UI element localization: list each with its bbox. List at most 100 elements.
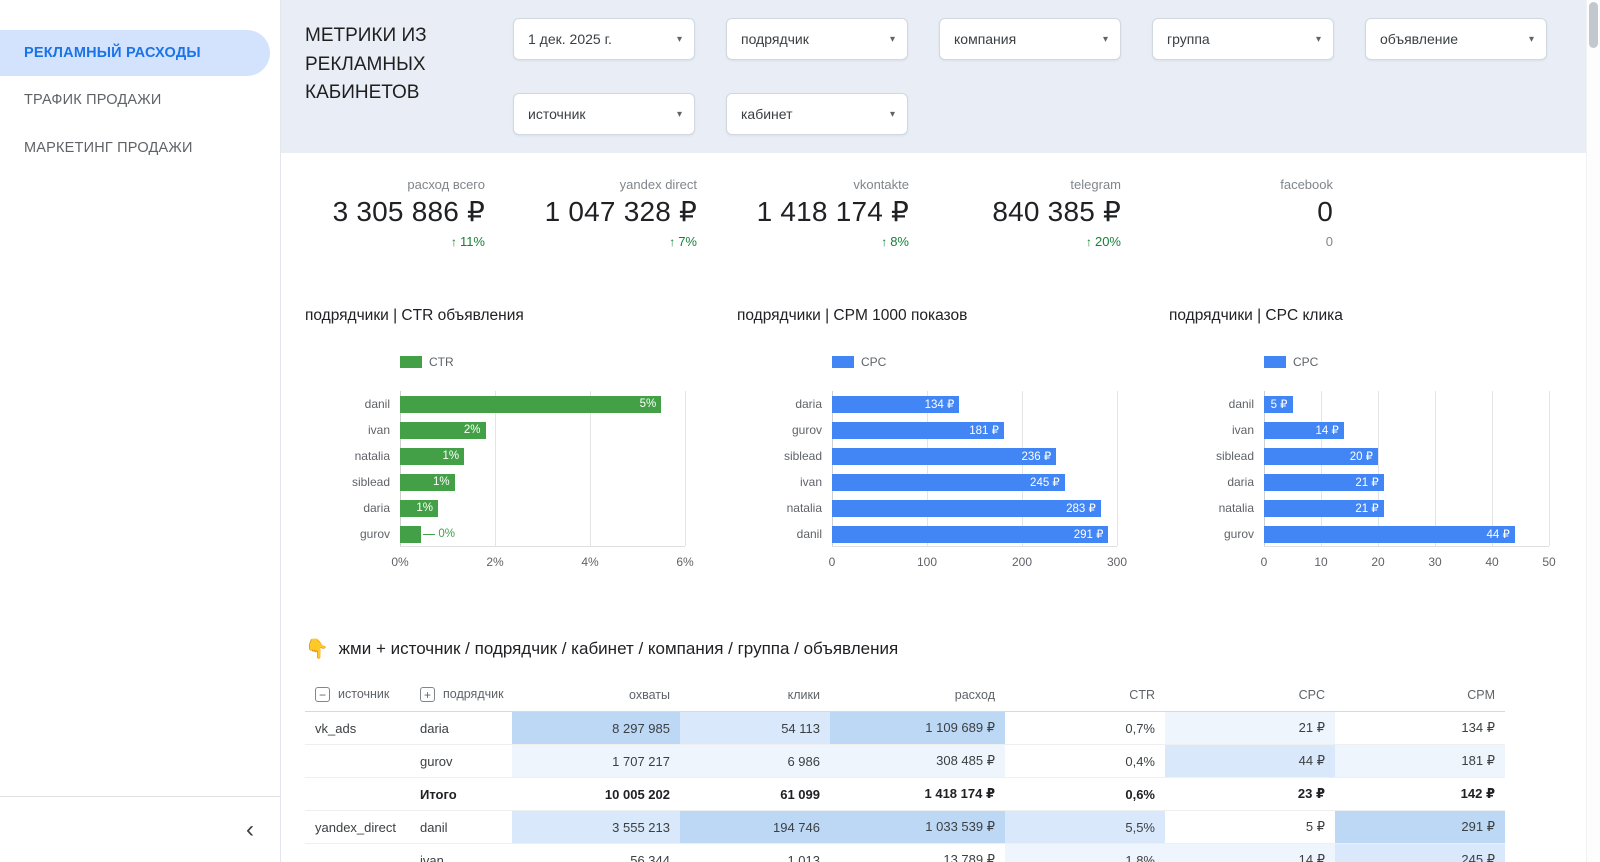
filter-ad[interactable]: объявление▾ [1365, 18, 1547, 60]
metric-cell: 44 ₽ [1165, 745, 1335, 778]
x-axis: 0100200300 [832, 555, 1117, 573]
bar-track: 245 ₽ [832, 469, 1117, 495]
collapse-group-icon[interactable]: − [315, 687, 330, 702]
scorecard-telegram: telegram840 385 ₽↑20% [941, 177, 1121, 249]
column-header-label: CPM [1467, 688, 1495, 702]
filter-source[interactable]: источник▾ [513, 93, 695, 135]
metric-cell: 1 033 539 ₽ [830, 811, 1005, 844]
bar-natalia: 21 ₽ [1264, 500, 1384, 517]
sidebar-item-traffic-sales[interactable]: ТРАФИК ПРОДАЖИ [0, 76, 280, 124]
bar-value-label: 5% [640, 398, 662, 410]
column-header-spend[interactable]: расход [830, 679, 1005, 712]
table-row: gurov1 707 2176 986308 485 ₽0,4%44 ₽181 … [305, 745, 1505, 778]
expand-group-icon[interactable]: + [420, 687, 435, 702]
chart-plot: danil5%ivan2%natalia1%siblead1%daria1%gu… [305, 391, 695, 547]
source-cell [305, 745, 410, 778]
source-cell: yandex_direct [305, 811, 410, 844]
chart-plot: daria134 ₽gurov181 ₽siblead236 ₽ivan245 … [737, 391, 1127, 547]
x-tick-label: 6% [676, 555, 693, 569]
collapse-sidebar-button[interactable]: ‹ [246, 818, 254, 842]
sidebar-item-marketing-sales[interactable]: МАРКЕТИНГ ПРОДАЖИ [0, 124, 280, 172]
scorecard-label: расход всего [305, 177, 485, 192]
chart-row: ivan245 ₽ [737, 469, 1127, 495]
bar-gurov: 181 ₽ [832, 422, 1004, 439]
category-label: gurov [737, 423, 832, 437]
filter-date-range-label: 1 дек. 2025 г. [528, 31, 612, 47]
scorecard-delta-value: 8% [890, 234, 909, 249]
legend-label: CTR [429, 355, 454, 369]
chart-row: daria21 ₽ [1169, 469, 1559, 495]
bar-track: 1% [400, 469, 685, 495]
filter-group[interactable]: группа▾ [1152, 18, 1334, 60]
column-header-reach[interactable]: охваты [512, 679, 680, 712]
filter-company[interactable]: компания▾ [939, 18, 1121, 60]
filter-cabinet[interactable]: кабинет▾ [726, 93, 908, 135]
scorecard-delta: ↑8% [729, 234, 909, 249]
metric-cell: 14 ₽ [1165, 844, 1335, 862]
bar-value-label: 1% [433, 476, 455, 488]
bar-ivan: 14 ₽ [1264, 422, 1344, 439]
x-tick-label: 30 [1428, 555, 1441, 569]
category-label: danil [1169, 397, 1264, 411]
scorecard-label: yandex direct [517, 177, 697, 192]
metric-cell: 194 746 [680, 811, 830, 844]
filter-contractor-label: подрядчик [741, 31, 809, 47]
bar-track: 21 ₽ [1264, 495, 1549, 521]
column-header-ctr[interactable]: CTR [1005, 679, 1165, 712]
bar-value-label: 21 ₽ [1355, 501, 1383, 515]
main-content: МЕТРИКИ ИЗ РЕКЛАМНЫХ КАБИНЕТОВ 1 дек. 20… [281, 0, 1586, 862]
category-label: daria [1169, 475, 1264, 489]
bar-daria: 21 ₽ [1264, 474, 1384, 491]
column-header-clicks[interactable]: клики [680, 679, 830, 712]
bar-value-label: 1% [416, 502, 438, 514]
chart-bars: daria134 ₽gurov181 ₽siblead236 ₽ivan245 … [737, 391, 1127, 547]
scorecard-delta-value: 0 [1326, 234, 1333, 249]
scorecard-delta: ↑20% [941, 234, 1121, 249]
scorecard-value: 0 [1153, 195, 1333, 229]
table-row: yandex_directdanil3 555 213194 7461 033 … [305, 811, 1505, 844]
column-header-label: охваты [629, 688, 670, 702]
chart-row: ivan14 ₽ [1169, 417, 1559, 443]
bar-value-label: 5 ₽ [1271, 397, 1293, 411]
metric-cell: 54 113 [680, 712, 830, 745]
metric-cell: 0,6% [1005, 778, 1165, 811]
sidebar-footer: ‹ [0, 796, 280, 862]
table-row: vk_adsdaria8 297 98554 1131 109 689 ₽0,7… [305, 712, 1505, 745]
scrollbar-thumb[interactable] [1589, 2, 1598, 48]
chart-title: подрядчики | CTR объявления [305, 307, 695, 325]
scorecard-vkontakte: vkontakte1 418 174 ₽↑8% [729, 177, 909, 249]
metric-cell: 5 ₽ [1165, 811, 1335, 844]
column-header-cpm[interactable]: CPM [1335, 679, 1505, 712]
filter-date-range[interactable]: 1 дек. 2025 г. ▾ [513, 18, 695, 60]
sidebar-item-ad-costs[interactable]: РЕКЛАМНЫЙ РАСХОДЫ [0, 30, 270, 76]
category-label: daria [305, 501, 400, 515]
table-row: ivan56 3441 01313 789 ₽1,8%14 ₽245 ₽ [305, 844, 1505, 862]
filter-contractor[interactable]: подрядчик▾ [726, 18, 908, 60]
chevron-down-icon: ▾ [890, 109, 895, 120]
chart-row: natalia1% [305, 443, 695, 469]
metric-cell: 0,7% [1005, 712, 1165, 745]
chart-row: gurov181 ₽ [737, 417, 1127, 443]
column-header-contractor[interactable]: +подрядчик [410, 679, 512, 712]
chart-title: подрядчики | CPC клика [1169, 307, 1559, 325]
metric-cell: 245 ₽ [1335, 844, 1505, 862]
chevron-down-icon: ▾ [677, 34, 682, 45]
scrollbar-track[interactable] [1586, 0, 1600, 862]
column-header-source[interactable]: −источник [305, 679, 410, 712]
legend-label: CPC [861, 355, 886, 369]
page-title: МЕТРИКИ ИЗ РЕКЛАМНЫХ КАБИНЕТОВ [305, 18, 513, 135]
chart-row: daria 1% [305, 495, 695, 521]
bar-track: 5% [400, 391, 685, 417]
bar-value-label: 245 ₽ [1030, 475, 1065, 489]
contractor-cell: daria [410, 712, 512, 745]
chart-legend: CTR [400, 355, 695, 369]
report-page-nav: РЕКЛАМНЫЙ РАСХОДЫТРАФИК ПРОДАЖИМАРКЕТИНГ… [0, 0, 280, 172]
x-axis: 01020304050 [1264, 555, 1549, 573]
scorecard-label: telegram [941, 177, 1121, 192]
metric-cell: 56 344 [512, 844, 680, 862]
bar-value-label: 2% [464, 424, 486, 436]
scorecard-value: 1 047 328 ₽ [517, 195, 697, 229]
column-header-cpc[interactable]: CPC [1165, 679, 1335, 712]
contractor-cell: danil [410, 811, 512, 844]
category-label: siblead [305, 475, 400, 489]
